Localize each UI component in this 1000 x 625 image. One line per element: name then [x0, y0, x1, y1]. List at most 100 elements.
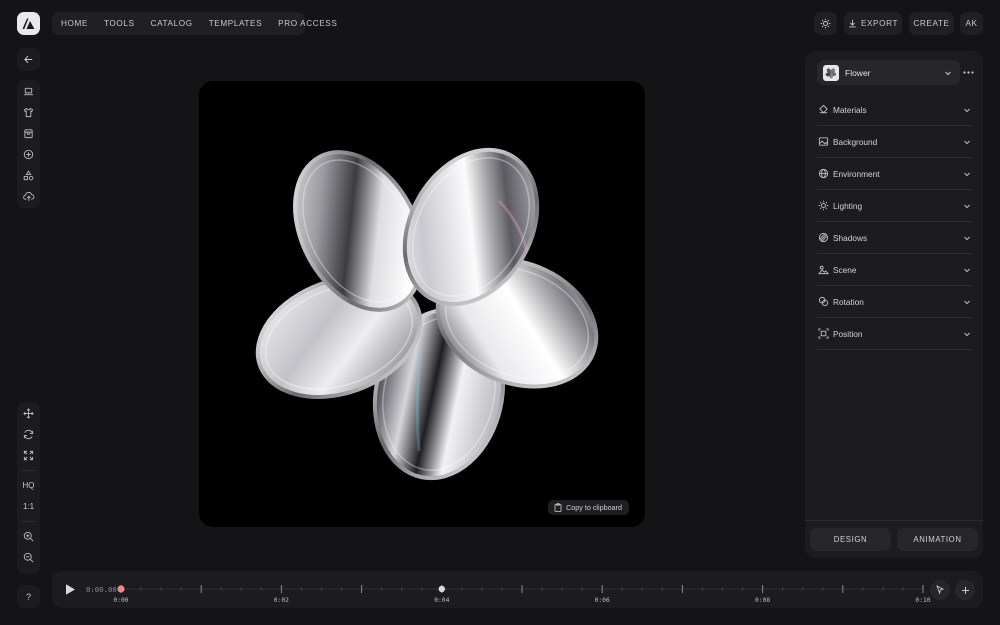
section-lighting[interactable]: Lighting	[817, 190, 971, 222]
nav-pro-access[interactable]: PRO ACCESS	[278, 19, 337, 28]
timeline-track[interactable]	[52, 571, 983, 608]
zoom-out-button[interactable]	[17, 547, 40, 568]
section-label: Position	[833, 328, 863, 339]
position-icon	[817, 328, 829, 340]
nav-home[interactable]: HOME	[61, 19, 88, 28]
section-shadows[interactable]: Shadows	[817, 222, 971, 254]
expand-icon	[23, 450, 34, 461]
avatar-initials: AK	[965, 19, 978, 28]
more-options-button[interactable]	[961, 65, 975, 79]
playhead[interactable]	[117, 585, 125, 593]
cursor-icon	[936, 585, 945, 595]
timeline-label: 0:00	[113, 597, 129, 604]
upload-cloud-icon	[22, 191, 34, 201]
section-label: Shadows	[833, 232, 868, 243]
section-rotation[interactable]: Rotation	[817, 286, 971, 318]
section-background[interactable]: Background	[817, 126, 971, 158]
timeline-label: 0:04	[434, 597, 450, 604]
section-scene[interactable]: Scene	[817, 254, 971, 286]
tool-device[interactable]	[17, 81, 40, 102]
chevron-down-icon	[964, 268, 970, 272]
timeline-label: 0:02	[273, 597, 289, 604]
theme-toggle-button[interactable]	[814, 12, 837, 35]
view-expand[interactable]	[17, 445, 40, 466]
quality-toggle[interactable]: HQ	[17, 475, 40, 496]
copy-to-clipboard-button[interactable]: Copy to clipboard	[548, 500, 629, 515]
flower-render	[255, 147, 599, 481]
view-rotate[interactable]	[17, 424, 40, 445]
rail-divider	[21, 470, 36, 471]
view-rail: HQ 1:1	[17, 402, 40, 574]
zoom-in-icon	[23, 531, 34, 542]
chevron-down-icon	[945, 71, 951, 75]
chevron-down-icon	[964, 300, 970, 304]
view-move[interactable]	[17, 403, 40, 424]
timeline-label: 0:10	[915, 597, 931, 604]
sun-icon	[817, 200, 829, 212]
rotation-icon	[817, 296, 829, 308]
nav-catalog[interactable]: CATALOG	[151, 19, 193, 28]
aspect-ratio-toggle[interactable]: 1:1	[17, 496, 40, 517]
plus-circle-icon	[23, 149, 34, 160]
nav-templates[interactable]: TEMPLATES	[209, 19, 262, 28]
section-label: Background	[833, 136, 878, 147]
app-logo-icon	[22, 18, 35, 29]
add-keyframe-button[interactable]	[930, 580, 950, 600]
chevron-down-icon	[964, 108, 970, 112]
section-label: Scene	[833, 264, 857, 275]
object-select[interactable]: Flower	[817, 60, 960, 85]
plus-icon	[961, 586, 969, 594]
render-canvas[interactable]: Copy to clipboard	[199, 81, 645, 527]
scene-icon	[817, 264, 829, 276]
shapes-icon	[23, 170, 34, 181]
rail-divider	[21, 521, 36, 522]
section-label: Lighting	[833, 200, 863, 211]
zoom-out-icon	[23, 552, 34, 563]
top-navigation: HOME TOOLS CATALOG TEMPLATES PRO ACCESS	[52, 12, 337, 35]
chevron-down-icon	[964, 140, 970, 144]
section-materials[interactable]: Materials	[817, 94, 971, 126]
create-label: CREATE	[913, 19, 950, 28]
bag-icon	[24, 129, 33, 139]
keyframe-marker[interactable]	[438, 585, 445, 593]
sun-icon	[820, 18, 831, 29]
section-position[interactable]: Position	[817, 318, 971, 350]
tool-shapes[interactable]	[17, 165, 40, 186]
panel-tabs: DESIGN ANIMATION	[805, 520, 983, 558]
tool-apparel[interactable]	[17, 102, 40, 123]
create-button[interactable]: CREATE	[909, 12, 954, 35]
user-avatar[interactable]: AK	[960, 12, 983, 35]
image-icon	[817, 136, 829, 148]
clipboard-icon	[554, 503, 562, 512]
add-track-button[interactable]	[955, 580, 975, 600]
tool-packaging[interactable]	[17, 123, 40, 144]
copy-label: Copy to clipboard	[566, 503, 622, 512]
chevron-down-icon	[964, 204, 970, 208]
shadow-icon	[817, 232, 829, 244]
chevron-down-icon	[964, 172, 970, 176]
help-button[interactable]: ?	[17, 585, 40, 608]
section-label: Materials	[833, 104, 867, 115]
back-button[interactable]	[17, 48, 40, 71]
panel-sections: Materials Background Environment Lightin…	[817, 94, 971, 350]
zoom-in-button[interactable]	[17, 526, 40, 547]
export-label: EXPORT	[860, 19, 899, 28]
more-horizontal-icon	[962, 70, 974, 74]
tab-design[interactable]: DESIGN	[810, 528, 891, 551]
timeline: 0:00.00 0:00 0:02 0:04 0:06 0:08 0:10	[52, 571, 983, 608]
laptop-icon	[23, 87, 34, 96]
tab-animation[interactable]: ANIMATION	[897, 528, 978, 551]
tool-add[interactable]	[17, 144, 40, 165]
move-icon	[23, 408, 34, 419]
section-environment[interactable]: Environment	[817, 158, 971, 190]
timeline-label: 0:08	[755, 597, 771, 604]
object-thumbnail	[823, 64, 839, 81]
app-logo[interactable]	[17, 12, 40, 35]
section-label: Environment	[833, 168, 880, 179]
nav-tools[interactable]: TOOLS	[104, 19, 135, 28]
chevron-down-icon	[964, 332, 970, 336]
materials-icon	[817, 104, 829, 116]
back-icon-wrap	[17, 48, 40, 71]
tool-upload[interactable]	[17, 186, 40, 207]
export-button[interactable]: EXPORT	[844, 12, 902, 35]
